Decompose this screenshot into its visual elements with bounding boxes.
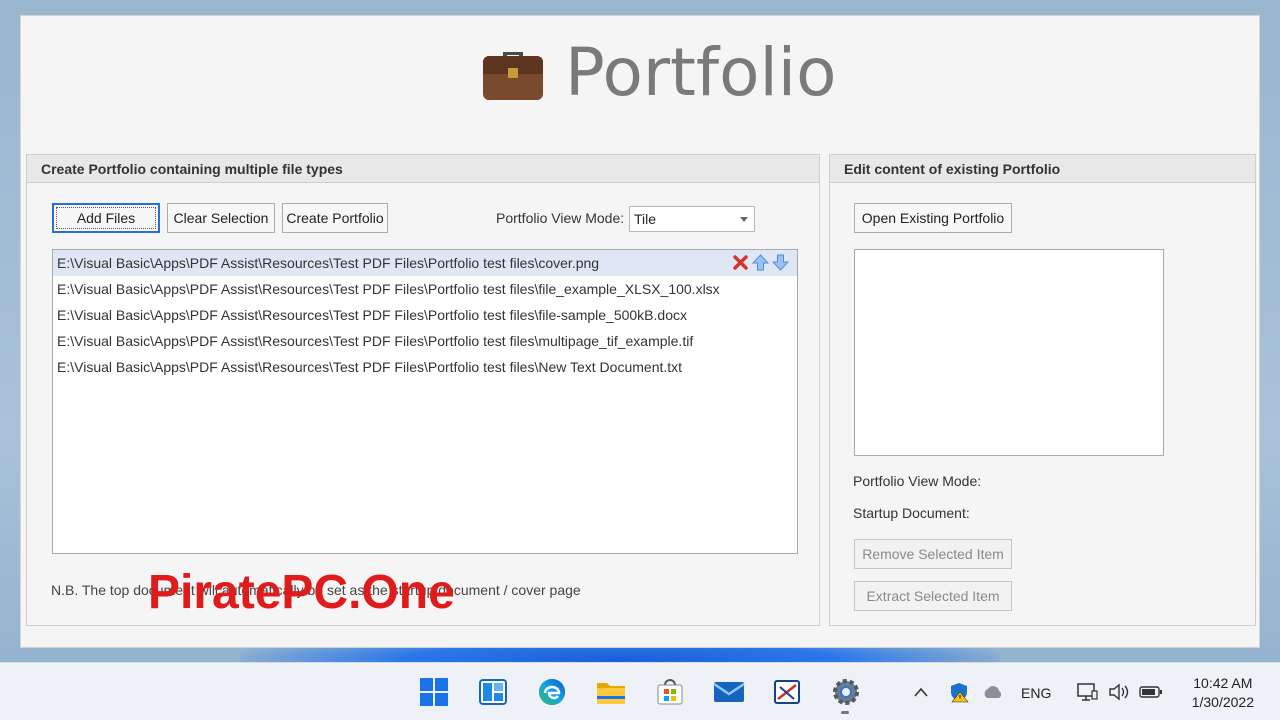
edge-icon[interactable]: [535, 675, 569, 709]
clock[interactable]: 10:42 AM 1/30/2022: [1192, 674, 1254, 712]
startup-document-label: Startup Document:: [853, 505, 970, 521]
file-path: E:\Visual Basic\Apps\PDF Assist\Resource…: [57, 333, 694, 349]
file-path: E:\Visual Basic\Apps\PDF Assist\Resource…: [57, 255, 600, 271]
view-mode-value: Tile: [634, 211, 657, 227]
list-item[interactable]: E:\Visual Basic\Apps\PDF Assist\Resource…: [53, 328, 797, 354]
chevron-up-icon[interactable]: [910, 675, 932, 709]
app-window: Portfolio Create Portfolio containing mu…: [20, 15, 1260, 648]
clock-date: 1/30/2022: [1191, 694, 1254, 710]
network-icon[interactable]: [1074, 675, 1100, 709]
battery-icon[interactable]: [1138, 675, 1164, 709]
remove-selected-item-button[interactable]: Remove Selected Item: [854, 539, 1012, 569]
language-indicator[interactable]: ENG: [1021, 685, 1051, 701]
widgets-icon[interactable]: [476, 675, 510, 709]
open-existing-portfolio-button[interactable]: Open Existing Portfolio: [854, 203, 1012, 233]
list-item[interactable]: E:\Visual Basic\Apps\PDF Assist\Resource…: [53, 276, 797, 302]
taskbar: ENG 10:42 AM 1/30/2022: [0, 662, 1280, 720]
create-portfolio-button[interactable]: Create Portfolio: [282, 203, 388, 233]
file-path: E:\Visual Basic\Apps\PDF Assist\Resource…: [57, 359, 683, 375]
mail-icon[interactable]: [712, 675, 746, 709]
delete-icon[interactable]: [732, 254, 749, 271]
portfolio-contents-list[interactable]: [854, 249, 1164, 456]
view-mode-label: Portfolio View Mode:: [496, 210, 625, 226]
chevron-down-icon: [740, 217, 748, 222]
create-portfolio-panel: Create Portfolio containing multiple fil…: [26, 154, 820, 626]
row-actions: [732, 254, 789, 271]
create-panel-title: Create Portfolio containing multiple fil…: [27, 155, 819, 183]
settings-icon[interactable]: [829, 675, 863, 709]
app-header: Portfolio: [21, 16, 1259, 136]
file-list[interactable]: E:\Visual Basic\Apps\PDF Assist\Resource…: [52, 249, 798, 554]
edit-panel-title: Edit content of existing Portfolio: [830, 155, 1255, 183]
volume-icon[interactable]: [1106, 675, 1132, 709]
windows-start-icon[interactable]: [417, 675, 451, 709]
briefcase-icon: [483, 52, 543, 100]
view-mode-select[interactable]: Tile: [629, 206, 755, 232]
app-title: Portfolio: [565, 34, 837, 111]
list-item[interactable]: E:\Visual Basic\Apps\PDF Assist\Resource…: [53, 354, 797, 380]
list-item[interactable]: E:\Visual Basic\Apps\PDF Assist\Resource…: [53, 302, 797, 328]
active-app-indicator: [841, 711, 849, 714]
file-explorer-icon[interactable]: [594, 675, 628, 709]
move-up-icon[interactable]: [752, 254, 769, 271]
edit-view-mode-label: Portfolio View Mode:: [853, 473, 982, 489]
clock-time: 10:42 AM: [1193, 675, 1253, 691]
file-path: E:\Visual Basic\Apps\PDF Assist\Resource…: [57, 281, 720, 297]
clear-selection-button[interactable]: Clear Selection: [167, 203, 275, 233]
move-down-icon[interactable]: [772, 254, 789, 271]
store-icon[interactable]: [653, 675, 687, 709]
add-files-button[interactable]: Add Files: [52, 203, 160, 233]
watermark-text: PiratePC.One: [148, 566, 455, 619]
file-path: E:\Visual Basic\Apps\PDF Assist\Resource…: [57, 307, 687, 323]
snipping-tool-icon[interactable]: [770, 675, 804, 709]
list-item[interactable]: E:\Visual Basic\Apps\PDF Assist\Resource…: [53, 250, 797, 276]
onedrive-cloud-icon[interactable]: [979, 675, 1007, 709]
security-shield-icon[interactable]: [946, 675, 972, 709]
extract-selected-item-button[interactable]: Extract Selected Item: [854, 581, 1012, 611]
edit-portfolio-panel: Edit content of existing Portfolio Open …: [829, 154, 1256, 626]
